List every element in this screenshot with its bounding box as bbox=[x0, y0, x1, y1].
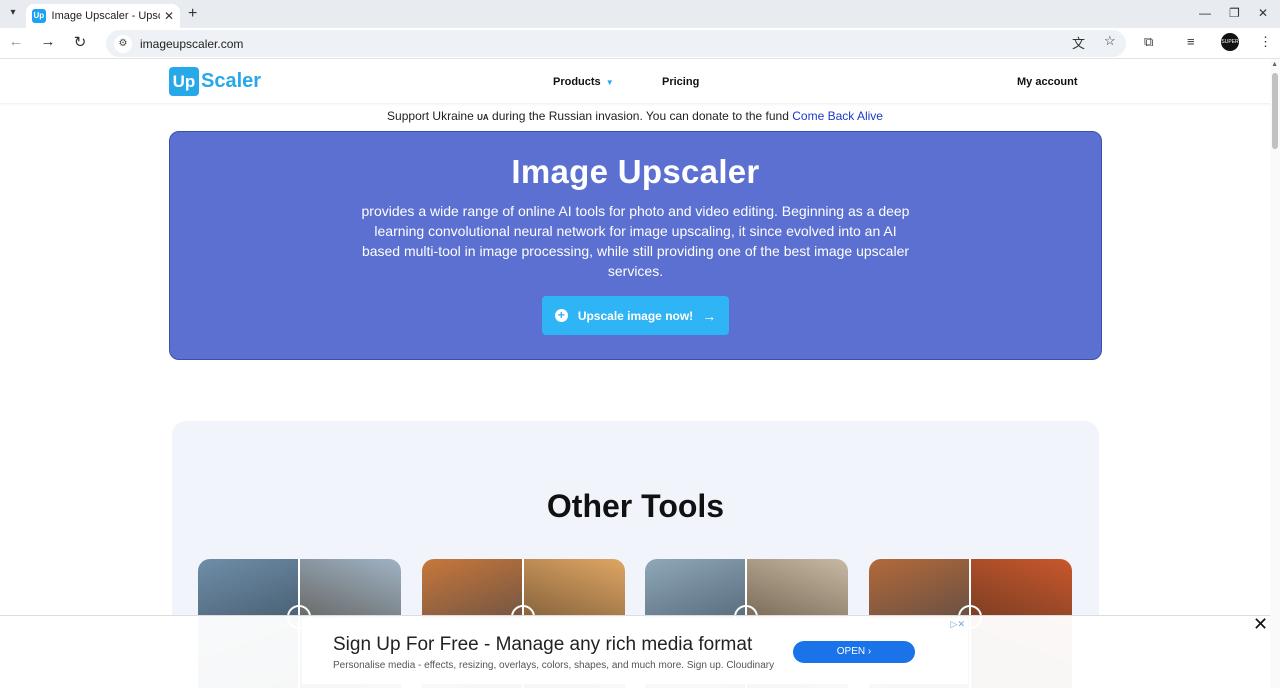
nav-products-label: Products bbox=[553, 76, 601, 88]
site-info-icon[interactable]: ⚙ bbox=[114, 34, 132, 53]
tab-title: Image Upscaler - Upscale Y bbox=[51, 10, 160, 22]
nav-my-account[interactable]: My account bbox=[1017, 76, 1078, 88]
ad-banner: Sign Up For Free - Manage any rich media… bbox=[0, 614, 1270, 688]
donate-text: Support Ukraine bbox=[387, 109, 474, 123]
scroll-up-icon[interactable]: ▲ bbox=[1271, 61, 1278, 68]
ua-flag: UA bbox=[477, 113, 489, 122]
profile-avatar[interactable]: SUPER bbox=[1221, 33, 1239, 51]
other-tools-title: Other Tools bbox=[546, 488, 725, 524]
back-icon[interactable]: ← bbox=[6, 33, 26, 50]
arrow-right-icon: → bbox=[702, 307, 717, 324]
caret-down-icon: ▼ bbox=[605, 78, 614, 87]
hero-section: Image Upscaler provides a wide range of … bbox=[169, 131, 1102, 360]
ad-open-button[interactable]: OPEN › bbox=[793, 641, 915, 663]
upscale-now-button[interactable]: + Upscale image now! → bbox=[541, 296, 730, 335]
ad-title[interactable]: Sign Up For Free - Manage any rich media… bbox=[333, 634, 752, 656]
scroll-thumb[interactable] bbox=[1272, 73, 1278, 149]
media-control-icon[interactable]: ≡ bbox=[1187, 34, 1195, 49]
browser-tabstrip: ▾ Up Image Upscaler - Upscale Y ✕ + — ❐ … bbox=[0, 0, 1280, 28]
upscale-button-label: Upscale image now! bbox=[577, 308, 694, 323]
translate-icon[interactable]: 文 bbox=[1072, 33, 1085, 52]
close-window-icon[interactable]: ✕ bbox=[1258, 6, 1268, 20]
ad-close-icon[interactable]: ✕ bbox=[1253, 614, 1268, 635]
donate-text-2: during the Russian invasion. You can don… bbox=[492, 109, 789, 123]
browser-tab[interactable]: Up Image Upscaler - Upscale Y ✕ bbox=[26, 4, 180, 28]
menu-icon[interactable]: ⋮ bbox=[1259, 34, 1272, 50]
site-header: Up Scaler Products ▼ Pricing My account bbox=[0, 59, 1280, 103]
ad-open-label: OPEN bbox=[836, 646, 866, 657]
plus-circle-icon: + bbox=[554, 309, 568, 322]
donate-link[interactable]: Come Back Alive bbox=[792, 109, 883, 123]
browser-toolbar: ← → ↻ ⚙ imageupscaler.com 文 ☆ ⧉ ≡ SUPER … bbox=[0, 28, 1280, 59]
bookmark-star-icon[interactable]: ☆ bbox=[1104, 33, 1116, 49]
new-tab-icon[interactable]: + bbox=[188, 5, 197, 23]
donate-banner: Support Ukraine UA during the Russian in… bbox=[0, 109, 1270, 123]
scrollbar[interactable]: ▲ bbox=[1270, 59, 1280, 688]
tab-search-icon[interactable]: ▾ bbox=[5, 5, 21, 21]
hero-description: provides a wide range of online AI tools… bbox=[361, 203, 910, 279]
logo-text: Scaler bbox=[201, 70, 262, 92]
logo-mark: Up bbox=[169, 67, 199, 96]
url-text: imageupscaler.com bbox=[140, 36, 244, 51]
nav-products[interactable]: Products ▼ bbox=[553, 76, 614, 88]
close-tab-icon[interactable]: ✕ bbox=[164, 9, 174, 23]
address-bar[interactable]: ⚙ imageupscaler.com bbox=[106, 30, 1126, 57]
site-logo[interactable]: Up Scaler bbox=[169, 67, 261, 96]
ad-content[interactable]: Sign Up For Free - Manage any rich media… bbox=[302, 618, 968, 684]
minimize-icon[interactable]: — bbox=[1199, 6, 1211, 20]
hero-title: Image Upscaler bbox=[511, 153, 760, 190]
ad-subtitle: Personalise media - effects, resizing, o… bbox=[333, 660, 775, 671]
restore-icon[interactable]: ❐ bbox=[1229, 6, 1240, 20]
favicon-icon: Up bbox=[32, 9, 46, 23]
forward-icon[interactable]: → bbox=[38, 33, 58, 50]
extensions-icon[interactable]: ⧉ bbox=[1144, 34, 1153, 50]
reload-icon[interactable]: ↻ bbox=[70, 33, 90, 51]
page-content: Up Scaler Products ▼ Pricing My account S… bbox=[0, 59, 1280, 688]
nav-pricing[interactable]: Pricing bbox=[662, 76, 699, 88]
ad-choices-icon[interactable]: ▷✕ bbox=[951, 619, 965, 630]
